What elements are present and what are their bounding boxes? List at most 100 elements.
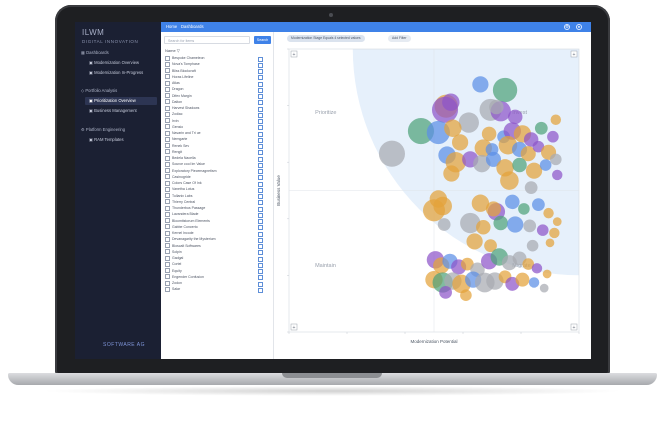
- checkbox[interactable]: [165, 186, 170, 192]
- nav-section-portfolio-analysis[interactable]: ◇ Portfolio Analysis: [81, 88, 117, 93]
- bubble[interactable]: [532, 198, 545, 212]
- bubble[interactable]: [523, 219, 537, 233]
- checkbox[interactable]: [165, 99, 170, 105]
- nav-item-prioritization-overview[interactable]: ▣ Prioritization Overview: [85, 97, 157, 105]
- bubble[interactable]: [378, 140, 405, 167]
- bubble[interactable]: [536, 224, 549, 236]
- bubble[interactable]: [500, 171, 519, 190]
- bubble[interactable]: [552, 217, 562, 226]
- checkbox[interactable]: [165, 243, 170, 249]
- bubble[interactable]: [545, 238, 555, 248]
- checkbox[interactable]: [165, 93, 170, 99]
- nav-item-modernization-in-progress[interactable]: ▣ Modernization In-Progress: [85, 69, 157, 77]
- tab-home[interactable]: Home: [166, 24, 177, 29]
- checkbox[interactable]: [165, 193, 170, 199]
- settings-icon[interactable]: ⚙: [564, 24, 570, 30]
- bubble[interactable]: [493, 215, 508, 231]
- checkbox[interactable]: [165, 105, 170, 111]
- bubble[interactable]: [472, 76, 489, 93]
- checkbox[interactable]: [165, 55, 170, 61]
- nav-item-business-management[interactable]: ▣ Business Management: [85, 107, 157, 115]
- checkbox[interactable]: [165, 155, 170, 161]
- bubble[interactable]: [524, 181, 538, 195]
- bubble[interactable]: [460, 289, 472, 302]
- bubble[interactable]: [458, 112, 479, 133]
- checkbox[interactable]: [165, 174, 170, 180]
- checkbox[interactable]: [165, 143, 170, 149]
- checkbox[interactable]: [165, 211, 170, 217]
- checkbox[interactable]: [165, 224, 170, 230]
- bubble[interactable]: [466, 233, 483, 250]
- bubble[interactable]: [539, 159, 552, 171]
- user-icon[interactable]: ●: [576, 24, 582, 30]
- bubble[interactable]: [507, 216, 524, 233]
- checkbox[interactable]: [165, 168, 170, 174]
- checkbox[interactable]: [165, 68, 170, 74]
- search-button[interactable]: Search: [254, 36, 271, 44]
- checkbox[interactable]: [165, 61, 170, 67]
- bubble[interactable]: [512, 157, 527, 173]
- bubble[interactable]: [476, 220, 491, 235]
- checkbox[interactable]: [165, 249, 170, 255]
- bubble[interactable]: [549, 227, 560, 239]
- bubble[interactable]: [539, 283, 549, 293]
- bubble[interactable]: [481, 126, 497, 142]
- bubble[interactable]: [543, 207, 554, 219]
- checkbox[interactable]: [165, 286, 170, 292]
- checkbox[interactable]: [165, 205, 170, 211]
- bubble[interactable]: [492, 77, 518, 103]
- checkbox[interactable]: [165, 161, 170, 167]
- nav-item-ram-templates[interactable]: ▣ RAM Templates: [85, 136, 157, 144]
- bubble[interactable]: [542, 269, 552, 279]
- bubble[interactable]: [439, 286, 452, 299]
- checkbox[interactable]: [165, 280, 170, 286]
- checkbox[interactable]: [165, 236, 170, 242]
- filter-chip-modernization-stage[interactable]: Modernization Stage Equals 4 selected va…: [287, 35, 365, 42]
- list-item[interactable]: Salar: [163, 286, 269, 293]
- checkbox[interactable]: [165, 136, 170, 142]
- bubble[interactable]: [444, 119, 462, 137]
- bubble[interactable]: [485, 201, 501, 217]
- bubble[interactable]: [489, 99, 504, 115]
- checkbox[interactable]: [165, 180, 170, 186]
- checkbox[interactable]: [165, 80, 170, 86]
- checkbox[interactable]: [165, 199, 170, 205]
- list-header[interactable]: Name ▽: [165, 48, 180, 53]
- checkbox[interactable]: [165, 149, 170, 155]
- bubble[interactable]: [433, 196, 452, 216]
- checkbox[interactable]: [165, 86, 170, 92]
- bubble[interactable]: [550, 153, 562, 166]
- checkbox[interactable]: [165, 268, 170, 274]
- checkbox[interactable]: [165, 130, 170, 136]
- bubble[interactable]: [547, 130, 559, 143]
- bubble[interactable]: [526, 239, 539, 252]
- bubble[interactable]: [505, 194, 520, 210]
- checkbox[interactable]: [165, 74, 170, 80]
- checkbox[interactable]: [165, 218, 170, 224]
- checkbox[interactable]: [165, 124, 170, 130]
- bubble[interactable]: [534, 121, 548, 135]
- bubble[interactable]: [443, 165, 460, 182]
- bubble[interactable]: [515, 272, 530, 287]
- checkbox[interactable]: [165, 111, 170, 117]
- checkbox[interactable]: [165, 230, 170, 236]
- checkbox[interactable]: [165, 274, 170, 280]
- sort-icon[interactable]: ▽: [177, 48, 180, 53]
- bubble[interactable]: [518, 203, 530, 215]
- search-input[interactable]: Search for items: [164, 36, 250, 44]
- nav-section-platform-engineering[interactable]: ⚙ Platform Engineering: [81, 127, 125, 132]
- bubble[interactable]: [507, 109, 523, 125]
- bubble[interactable]: [442, 93, 460, 111]
- bubble[interactable]: [528, 277, 540, 288]
- bubble[interactable]: [525, 162, 543, 179]
- checkbox[interactable]: [165, 255, 170, 261]
- bubble[interactable]: [552, 169, 563, 181]
- nav-section-dashboards[interactable]: ▦ Dashboards: [81, 50, 109, 55]
- bubble[interactable]: [451, 134, 469, 151]
- checkbox[interactable]: [165, 118, 170, 124]
- edit-icon[interactable]: [258, 287, 263, 293]
- checkbox[interactable]: [165, 261, 170, 267]
- bubble[interactable]: [437, 218, 451, 231]
- tab-dashboards[interactable]: Dashboards: [181, 24, 204, 29]
- nav-item-modernization-overview[interactable]: ▣ Modernization Overview: [85, 59, 157, 67]
